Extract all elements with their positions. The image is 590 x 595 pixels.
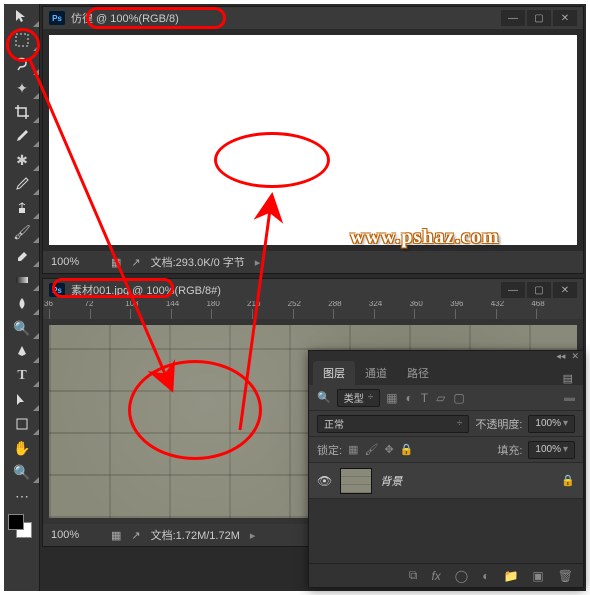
lock-position-icon[interactable]: 🖌 bbox=[364, 443, 378, 456]
opacity-label: 不透明度: bbox=[475, 416, 522, 432]
layers-panel-footer: ⧉ fx ◯ ◐ 📁 ▣ 🗑 bbox=[309, 563, 583, 587]
filter-smart-icon[interactable]: ▢ bbox=[453, 391, 464, 405]
tab-paths[interactable]: 路径 bbox=[397, 361, 439, 385]
status-icon[interactable]: ↗ bbox=[131, 256, 140, 269]
layer-list: 👁 背景 🔒 bbox=[309, 463, 583, 563]
move-tool[interactable] bbox=[4, 4, 40, 28]
layer-item[interactable]: 👁 背景 🔒 bbox=[309, 463, 583, 499]
doc2-title: 素材001.jpg @ 100%(RGB/8#) bbox=[71, 282, 501, 298]
opacity-input[interactable]: 100% ▾ bbox=[528, 415, 575, 433]
lock-pixels-icon[interactable]: ▦ bbox=[348, 443, 358, 456]
lasso-tool[interactable] bbox=[4, 52, 40, 76]
close-button[interactable]: ✕ bbox=[553, 10, 577, 26]
layer-filter-type[interactable]: 类型 ÷ bbox=[337, 389, 381, 407]
delete-layer-icon[interactable]: 🗑 bbox=[558, 569, 573, 583]
dodge-tool[interactable]: 🔍 bbox=[4, 316, 40, 340]
tool-palette: ✦ ✱ 🖌 🔍 T ✋ 🔍 ⋯ bbox=[4, 4, 40, 591]
doc1-titlebar[interactable]: Ps 仿徨 @ 100%(RGB/8) — ▢ ✕ bbox=[43, 7, 583, 29]
path-select-tool[interactable] bbox=[4, 388, 40, 412]
crop-tool[interactable] bbox=[4, 100, 40, 124]
quick-select-tool[interactable]: ✦ bbox=[4, 76, 40, 100]
layer-name[interactable]: 背景 bbox=[380, 473, 553, 489]
layer-thumbnail[interactable] bbox=[340, 468, 372, 494]
adjustment-layer-icon[interactable]: ◐ bbox=[482, 569, 489, 583]
layer-fx-icon[interactable]: fx bbox=[431, 569, 440, 583]
visibility-toggle-icon[interactable]: 👁 bbox=[317, 474, 332, 488]
healing-brush-tool[interactable]: ✱ bbox=[4, 148, 40, 172]
watermark-text: www.pshaz.com bbox=[350, 226, 500, 249]
group-icon[interactable]: 📁 bbox=[503, 569, 518, 583]
panel-menu-icon[interactable]: ▤ bbox=[557, 372, 579, 385]
collapse-icon[interactable]: ◂◂ bbox=[556, 351, 565, 362]
gradient-tool[interactable] bbox=[4, 268, 40, 292]
minimize-button[interactable]: — bbox=[501, 10, 525, 26]
maximize-button[interactable]: ▢ bbox=[527, 282, 551, 298]
status-icon[interactable]: ▦ bbox=[111, 256, 121, 269]
lock-indicator-icon: 🔒 bbox=[561, 474, 575, 487]
eyedropper-tool[interactable] bbox=[4, 124, 40, 148]
brush-tool[interactable] bbox=[4, 172, 40, 196]
layer-mask-icon[interactable]: ◯ bbox=[455, 569, 468, 583]
clone-stamp-tool[interactable] bbox=[4, 196, 40, 220]
panel-close-icon[interactable]: ✕ bbox=[571, 351, 579, 362]
filter-adjust-icon[interactable]: ◐ bbox=[406, 391, 413, 405]
shape-tool[interactable] bbox=[4, 412, 40, 436]
zoom-tool[interactable]: 🔍 bbox=[4, 460, 40, 484]
doc1-zoom[interactable]: 100% bbox=[51, 256, 101, 268]
fill-input[interactable]: 100% ▾ bbox=[528, 441, 575, 459]
eraser-tool[interactable] bbox=[4, 244, 40, 268]
lock-all-icon[interactable]: 🔒 bbox=[400, 443, 414, 456]
horizontal-ruler: 3672108144180216252288324360396432468 bbox=[43, 301, 583, 319]
hand-tool[interactable]: ✋ bbox=[4, 436, 40, 460]
minimize-button[interactable]: — bbox=[501, 282, 525, 298]
doc1-status-text: 文档:293.0K/0 字节 bbox=[151, 254, 245, 270]
filter-shape-icon[interactable]: ▱ bbox=[436, 391, 445, 405]
layers-panel: ◂◂ ✕ 图层 通道 路径 ▤ 🔍 类型 ÷ ▦ ◐ T ▱ ▢ ▬ 正常÷ 不… bbox=[308, 350, 584, 588]
doc1-status-bar: 100% ▦ ↗ 文档:293.0K/0 字节 ▸ bbox=[43, 251, 583, 273]
ps-icon: Ps bbox=[49, 11, 65, 25]
fill-label: 填充: bbox=[497, 442, 522, 458]
history-brush-tool[interactable]: 🖌 bbox=[4, 220, 40, 244]
panel-tabs: 图层 通道 路径 ▤ bbox=[309, 361, 583, 385]
tab-channels[interactable]: 通道 bbox=[355, 361, 397, 385]
blend-mode-select[interactable]: 正常÷ bbox=[317, 415, 469, 433]
edit-toolbar[interactable]: ⋯ bbox=[4, 484, 40, 508]
new-layer-icon[interactable]: ▣ bbox=[532, 569, 543, 583]
type-tool[interactable]: T bbox=[4, 364, 40, 388]
lock-move-icon[interactable]: ✥ bbox=[384, 443, 393, 456]
filter-toggle[interactable]: ▬ bbox=[564, 392, 575, 404]
status-icon[interactable]: ↗ bbox=[131, 529, 140, 542]
doc1-title: 仿徨 @ 100%(RGB/8) bbox=[71, 10, 501, 26]
ps-icon: Ps bbox=[49, 283, 65, 297]
foreground-color[interactable] bbox=[8, 514, 24, 530]
status-icon[interactable]: ▦ bbox=[111, 529, 121, 542]
maximize-button[interactable]: ▢ bbox=[527, 10, 551, 26]
doc1-canvas[interactable] bbox=[49, 35, 577, 245]
lock-label: 锁定: bbox=[317, 442, 342, 458]
tab-layers[interactable]: 图层 bbox=[313, 361, 355, 385]
close-button[interactable]: ✕ bbox=[553, 282, 577, 298]
document-window-1: Ps 仿徨 @ 100%(RGB/8) — ▢ ✕ 100% ▦ ↗ 文档:29… bbox=[42, 6, 584, 274]
filter-type-icon[interactable]: T bbox=[421, 391, 428, 405]
pen-tool[interactable] bbox=[4, 340, 40, 364]
link-layers-icon[interactable]: ⧉ bbox=[409, 568, 418, 583]
blur-tool[interactable] bbox=[4, 292, 40, 316]
doc2-status-text: 文档:1.72M/1.72M bbox=[151, 527, 240, 543]
color-swatches[interactable] bbox=[4, 512, 40, 542]
doc2-titlebar[interactable]: Ps 素材001.jpg @ 100%(RGB/8#) — ▢ ✕ bbox=[43, 279, 583, 301]
marquee-tool[interactable] bbox=[4, 28, 40, 52]
doc2-zoom[interactable]: 100% bbox=[51, 529, 101, 541]
filter-pixel-icon[interactable]: ▦ bbox=[386, 391, 397, 405]
